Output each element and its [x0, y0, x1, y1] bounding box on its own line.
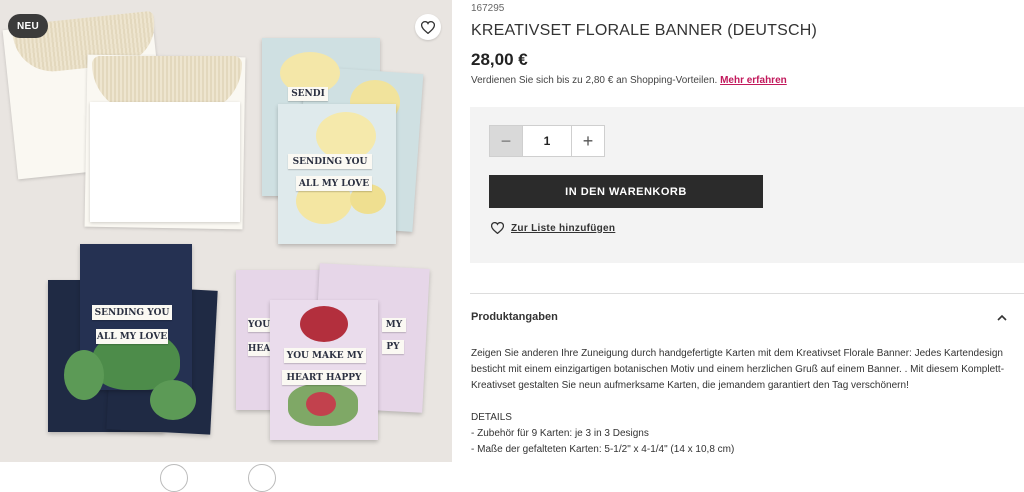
increase-quantity-button[interactable]: + [571, 126, 604, 156]
favorite-button[interactable] [415, 14, 441, 40]
card-banner: YOU MAKE MY [284, 348, 366, 363]
decrease-quantity-button[interactable]: − [490, 126, 523, 156]
description-text: Zeigen Sie anderen Ihre Zuneigung durch … [471, 348, 1005, 391]
gallery-next-button[interactable] [248, 464, 276, 492]
fern-decoration [150, 380, 196, 420]
chevron-up-icon[interactable] [996, 311, 1008, 329]
flower-decoration [316, 112, 376, 160]
learn-more-link[interactable]: Mehr erfahren [720, 75, 787, 86]
quantity-input[interactable]: 1 [523, 126, 571, 156]
card-banner: ALL MY LOVE [296, 176, 372, 191]
heart-icon [491, 222, 504, 234]
add-to-list-label: Zur Liste hinzufügen [511, 222, 616, 234]
section-divider [470, 293, 1024, 294]
details-heading: DETAILS [471, 412, 512, 423]
card-banner: HEA [247, 342, 271, 356]
product-details-heading[interactable]: Produktangaben [471, 311, 558, 323]
envelope-image [90, 102, 240, 222]
card-banner: SENDING YOU [92, 305, 172, 320]
details-item: - Maße der gefalteten Karten: 5-1/2" x 4… [471, 444, 735, 455]
card-banner: MY [382, 318, 406, 332]
fern-decoration [64, 350, 104, 400]
add-to-list-link[interactable]: Zur Liste hinzufügen [491, 222, 615, 234]
card-banner: ALL MY LOVE [96, 329, 168, 344]
rewards-text: Verdienen Sie sich bis zu 2,80 € an Shop… [471, 75, 787, 86]
details-item: - Zubehör für 9 Karten: je 3 in 3 Design… [471, 428, 649, 439]
card-banner: YOU [247, 318, 271, 332]
product-price: 28,00 € [471, 50, 528, 69]
rewards-label: Verdienen Sie sich bis zu 2,80 € an Shop… [471, 75, 718, 86]
card-banner: SENDING YOU [288, 154, 372, 169]
product-sku: 167295 [471, 3, 505, 14]
flower-decoration [306, 392, 336, 416]
gallery-prev-button[interactable] [160, 464, 188, 492]
product-description: Zeigen Sie anderen Ihre Zuneigung durch … [471, 346, 1011, 458]
card-banner: PY [382, 340, 404, 354]
product-title: KREATIVSET FLORALE BANNER (DEUTSCH) [471, 22, 818, 39]
flower-decoration [300, 306, 348, 342]
product-image[interactable]: SENDI SENDING YOU ALL MY LOVE SENDING YO… [0, 0, 452, 462]
card-banner: HEART HAPPY [282, 370, 366, 385]
heart-icon [421, 20, 435, 34]
card-banner: SENDI [288, 87, 328, 101]
quantity-stepper: − 1 + [489, 125, 605, 157]
add-to-cart-button[interactable]: IN DEN WARENKORB [489, 175, 763, 208]
new-badge: NEU [8, 14, 48, 38]
